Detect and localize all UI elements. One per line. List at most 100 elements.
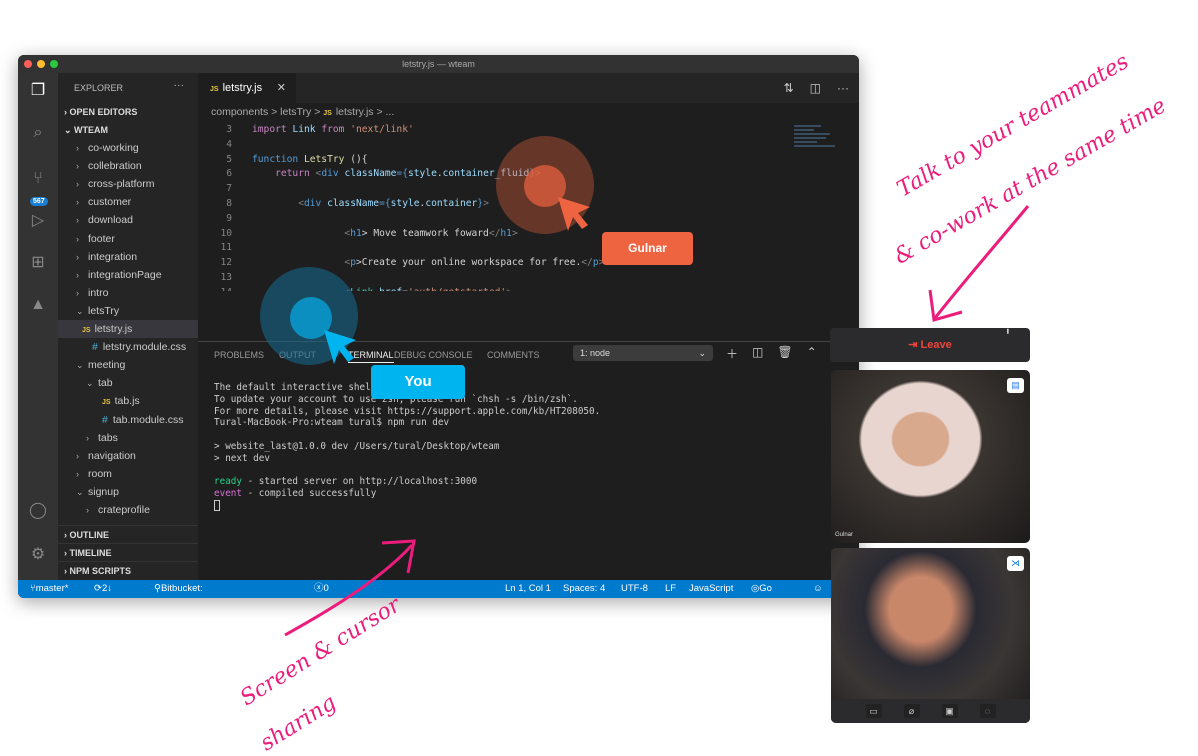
explorer-icon[interactable]: ❐ — [28, 81, 48, 101]
panel-tab[interactable]: DEBUG CONSOLE — [394, 350, 473, 360]
minimize-window-button[interactable] — [37, 60, 45, 68]
tab-bar: JS letstry.js ✕ ⇅ ◫ ··· — [198, 73, 859, 103]
code-token: function — [252, 153, 304, 165]
account-icon[interactable]: ◯ — [28, 501, 48, 521]
camera-icon[interactable]: ▭ — [865, 704, 882, 718]
zoom-window-button[interactable] — [50, 60, 58, 68]
activity-bar: ❐ ⌕ ⑂ 567 ▷ ⊞ ▲ ◯ ⚙ — [18, 73, 58, 580]
source-control-icon[interactable]: ⑂ — [28, 169, 48, 189]
run-debug-icon[interactable]: ▷ — [28, 211, 48, 231]
close-window-button[interactable] — [24, 60, 32, 68]
folder-item[interactable]: › crateprofile — [86, 501, 150, 519]
css-file-icon: # — [102, 413, 108, 426]
open-changes-icon[interactable]: ⇅ — [784, 81, 794, 95]
tab-letstry-js[interactable]: JS letstry.js ✕ — [198, 73, 296, 103]
folder-item[interactable]: › collebration — [76, 157, 142, 175]
folder-item[interactable]: › intro — [76, 284, 108, 302]
file-item[interactable]: # tab.module.css — [102, 411, 183, 429]
open-editors-section[interactable]: › OPEN EDITORS — [58, 103, 198, 121]
screen-share-icon[interactable]: ▣ — [941, 704, 958, 718]
folder-item[interactable]: › tabs — [86, 429, 118, 447]
npm-scripts-label: NPM SCRIPTS — [69, 566, 132, 576]
file-item[interactable]: JS tab.js — [102, 392, 140, 410]
google-docs-icon: ▤ — [1007, 378, 1024, 393]
js-file-icon: JS — [323, 110, 332, 117]
cursor-position[interactable]: Ln 1, Col 1 — [505, 580, 551, 598]
indent-status[interactable]: Spaces: 4 — [563, 580, 605, 598]
folder-item[interactable]: ⌄ signup — [76, 483, 119, 501]
outline-section[interactable]: › OUTLINE — [58, 525, 198, 543]
folder-item[interactable]: › room — [76, 465, 112, 483]
settings-gear-icon[interactable]: ⚙ — [28, 545, 48, 565]
code-editor[interactable]: 3 import Link from 'next/link' 4 5 function … — [198, 123, 798, 291]
folder-item[interactable]: › footer — [76, 230, 115, 248]
local-cursor-arrow-icon — [324, 330, 356, 364]
folder-item[interactable]: › co-working — [76, 139, 139, 157]
code-token: > — [483, 197, 489, 209]
eol-status[interactable]: LF — [665, 580, 676, 598]
wteam-section[interactable]: ⌄ WTEAM — [58, 121, 198, 139]
extensions-icon[interactable]: ⊞ — [28, 253, 48, 273]
item-label: customer — [88, 196, 132, 209]
go-live-button[interactable]: ◎ Go Live — [751, 580, 772, 598]
more-actions-icon[interactable]: ··· — [174, 79, 185, 91]
folder-item[interactable]: ⌄ letsTry — [76, 302, 119, 320]
item-label: crateprofile — [98, 504, 150, 516]
maximize-panel-icon[interactable]: ⌃ — [807, 345, 817, 362]
folder-item[interactable]: › download — [76, 211, 133, 229]
search-icon[interactable]: ⌕ — [28, 123, 48, 143]
folder-item[interactable]: ⌄ tab — [86, 374, 113, 392]
terminal-prompt[interactable] — [214, 499, 600, 512]
more-actions-icon[interactable]: ··· — [837, 81, 849, 95]
terminal-output[interactable]: The default interactive shell is now zsh… — [214, 382, 600, 512]
item-label: letstry.module.css — [102, 341, 187, 354]
trash-icon[interactable]: 🗑 — [777, 345, 792, 362]
call-options-icon[interactable]: ··· — [990, 328, 1024, 333]
branch-status[interactable]: ⑂ master* — [30, 580, 68, 598]
call-controls: ▭ ⌀ ▣ ◌ — [831, 699, 1030, 723]
panel-tab[interactable]: COMMENTS — [487, 350, 540, 360]
scm-badge: 567 — [30, 197, 48, 206]
folder-item[interactable]: › navigation — [76, 447, 136, 465]
folder-item[interactable]: › integration — [76, 248, 137, 266]
mic-muted-icon[interactable]: ⌀ — [903, 704, 920, 718]
new-terminal-icon[interactable]: ＋ — [726, 345, 738, 362]
code-line: 3 import Link from 'next/link' — [198, 123, 798, 138]
file-item[interactable]: JS letstry.js — [58, 320, 198, 338]
timeline-section[interactable]: › TIMELINE — [58, 543, 198, 561]
terminal-select[interactable]: 1: node ⌄ — [573, 345, 713, 361]
feedback-icon[interactable]: ☺ — [813, 580, 823, 598]
folder-item[interactable]: › integrationPage — [76, 266, 162, 284]
code-token: Link — [350, 287, 379, 291]
item-label: intro — [88, 286, 109, 299]
participant-video-gulnar[interactable]: ▤ Gulnar — [831, 370, 1030, 543]
code-token: </ — [581, 257, 593, 269]
go-live-label: Go Live — [759, 583, 772, 594]
npm-scripts-section[interactable]: › NPM SCRIPTS — [58, 561, 198, 579]
minimap[interactable] — [794, 123, 839, 163]
code-line: 12 <p>Create your online workspace for f… — [198, 256, 798, 271]
leave-call-button[interactable]: ⇥ Leave ··· — [830, 328, 1030, 362]
item-label: tab.js — [114, 395, 140, 408]
participant-video-self[interactable]: ⋊ ▭ ⌀ ▣ ◌ — [831, 548, 1030, 723]
code-token: > — [506, 287, 512, 291]
panel-tab[interactable]: PROBLEMS — [214, 350, 264, 360]
folder-item[interactable]: › cross-platform — [76, 175, 155, 193]
leave-label: Leave — [920, 339, 952, 351]
file-item[interactable]: # letstry.module.css — [92, 338, 186, 356]
chevron-down-icon: ⌄ — [76, 486, 84, 497]
sync-status[interactable]: ⟳ 2↓ 0↑ — [94, 580, 112, 598]
encoding-status[interactable]: UTF-8 — [621, 580, 648, 598]
code-token: 'next/link' — [350, 124, 414, 135]
close-tab-icon[interactable]: ✕ — [277, 73, 286, 103]
folder-item[interactable]: ⌄ meeting — [76, 356, 125, 374]
bitbucket-status[interactable]: ⚲ Bitbucket: Tural Zakaryazada: — [154, 580, 203, 598]
split-terminal-icon[interactable]: ◫ — [752, 345, 763, 362]
split-editor-icon[interactable]: ◫ — [810, 81, 821, 95]
language-status[interactable]: JavaScript — [689, 580, 733, 598]
folder-item[interactable]: › customer — [76, 193, 131, 211]
atlassian-icon[interactable]: ▲ — [28, 295, 48, 315]
chat-icon[interactable]: ◌ — [979, 704, 996, 718]
code-token: < — [252, 197, 304, 209]
breadcrumb[interactable]: components > letsTry > JS letstry.js > ..… — [198, 103, 859, 121]
